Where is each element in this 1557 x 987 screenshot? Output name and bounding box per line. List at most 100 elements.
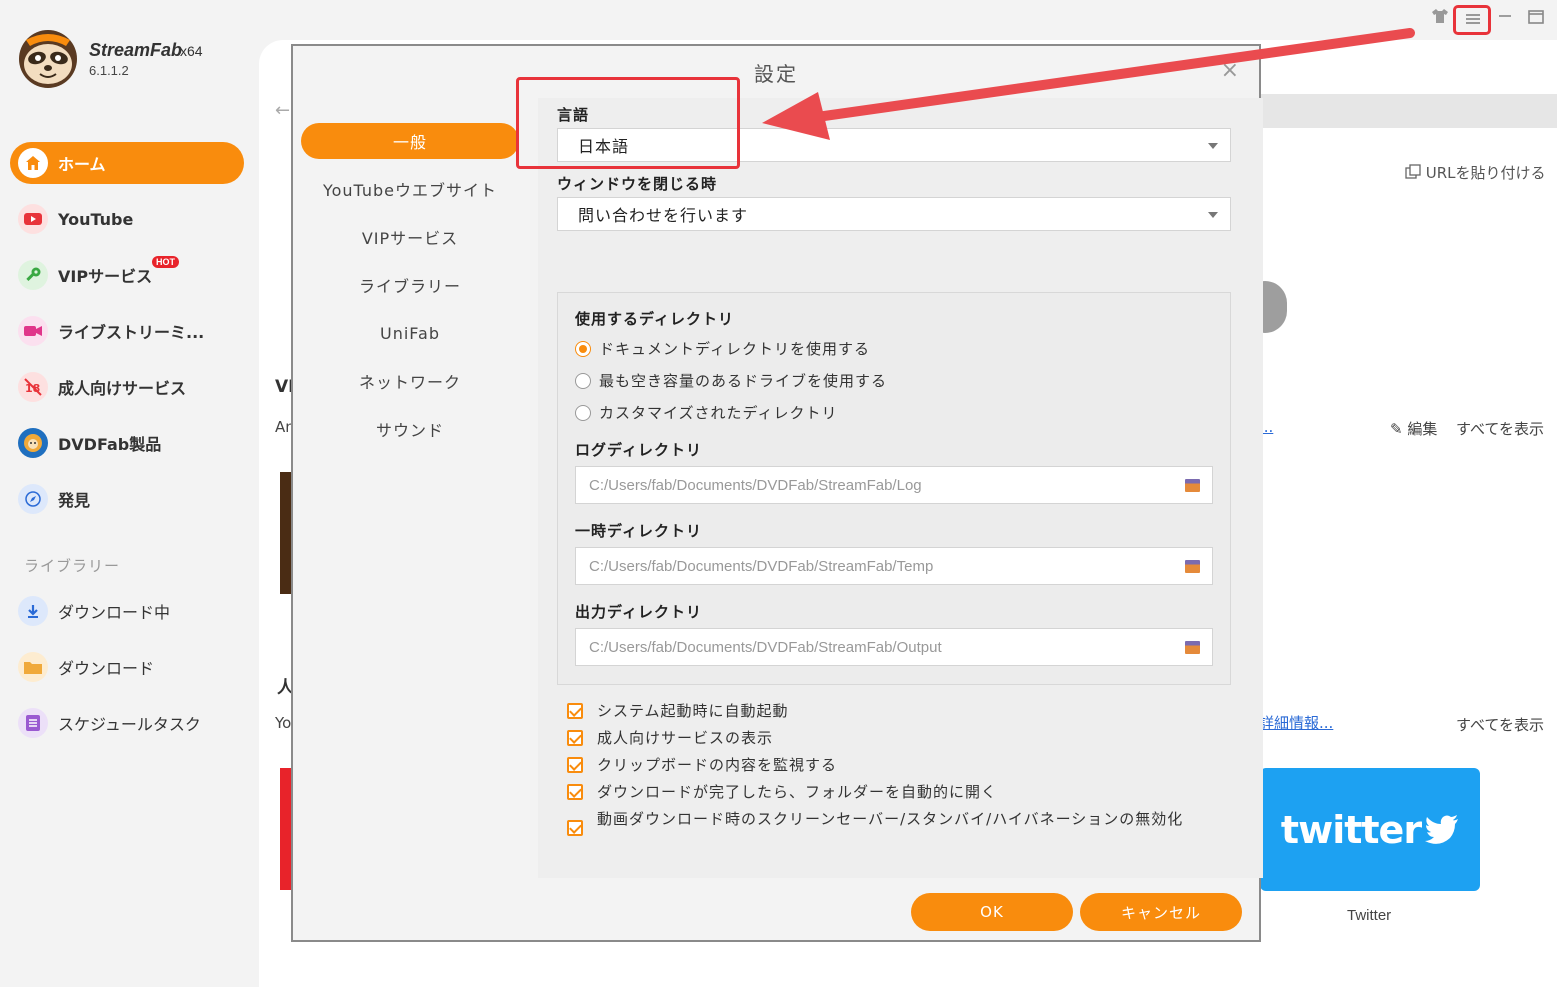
checkbox-label: クリップボードの内容を監視する: [597, 756, 838, 774]
checkbox-label: システム起動時に自動起動: [597, 702, 789, 720]
folder-icon: [18, 652, 48, 682]
cancel-button[interactable]: キャンセル: [1080, 893, 1242, 931]
temp-dir-path: C:/Users/fab/Documents/DVDFab/StreamFab/…: [589, 557, 934, 575]
compass-icon: [18, 484, 48, 514]
ok-button[interactable]: OK: [911, 893, 1073, 931]
sidebar-item-label: ホーム: [58, 155, 106, 174]
checkbox-open-folder[interactable]: ダウンロードが完了したら、フォルダーを自動的に開く: [567, 781, 997, 802]
checkbox-label: ダウンロードが完了したら、フォルダーを自動的に開く: [597, 783, 998, 801]
copy-icon: [1405, 164, 1421, 179]
sidebar-item-live[interactable]: ライブストリーミ...: [10, 310, 244, 352]
sidebar-item-label: ダウンロード: [58, 659, 155, 678]
temp-dir-label: 一時ディレクトリ: [575, 522, 702, 540]
log-dir-path: C:/Users/fab/Documents/DVDFab/StreamFab/…: [589, 476, 922, 494]
back-arrow-icon[interactable]: ←: [275, 100, 291, 121]
youtube-icon: [18, 204, 48, 234]
settings-tab-library[interactable]: ライブラリー: [301, 267, 519, 303]
dialog-title: 設定: [754, 62, 798, 86]
checkbox[interactable]: [567, 784, 583, 800]
twitter-card[interactable]: twitter: [1260, 768, 1480, 891]
section-desc-fragment-2: Yo: [275, 714, 292, 732]
app-version: 6.1.1.2: [89, 63, 129, 78]
checkbox[interactable]: [567, 703, 583, 719]
checkbox-monitor-clipboard[interactable]: クリップボードの内容を監視する: [567, 754, 837, 775]
twitter-caption: Twitter: [1347, 907, 1392, 924]
paste-url-button[interactable]: URLを貼り付ける: [1405, 162, 1546, 183]
sidebar-item-downloaded[interactable]: ダウンロード: [10, 646, 244, 688]
language-highlight-box: [516, 77, 740, 169]
on-close-select[interactable]: 問い合わせを行います: [557, 197, 1231, 231]
radio-most-space-drive[interactable]: 最も空き容量のあるドライブを使用する: [575, 370, 887, 391]
on-close-value: 問い合わせを行います: [578, 206, 749, 225]
chevron-down-icon: [1208, 143, 1218, 149]
live-camera-icon: [18, 316, 48, 346]
sidebar-item-label: スケジュールタスク: [58, 715, 201, 734]
details-link[interactable]: 詳細情報...: [1259, 712, 1333, 733]
radio-documents-dir[interactable]: ドキュメントディレクトリを使用する: [575, 338, 870, 359]
edit-button[interactable]: ✎ 編集: [1390, 418, 1437, 439]
maximize-icon[interactable]: [1528, 9, 1544, 28]
sidebar: StreamFab x64 6.1.1.2 ホーム YouTube VIPサービ…: [0, 0, 258, 987]
settings-tab-network[interactable]: ネットワーク: [301, 363, 519, 399]
log-dir-field[interactable]: C:/Users/fab/Documents/DVDFab/StreamFab/…: [575, 466, 1213, 504]
settings-tab-vip[interactable]: VIPサービス: [301, 219, 519, 255]
close-icon[interactable]: ×: [1221, 58, 1239, 83]
sidebar-item-label: 成人向けサービス: [58, 379, 187, 398]
browse-folder-icon[interactable]: [1185, 479, 1200, 492]
app-name: StreamFab: [89, 40, 183, 60]
schedule-icon: [18, 708, 48, 738]
address-bar[interactable]: [1260, 94, 1557, 128]
settings-tab-general[interactable]: 一般: [301, 123, 519, 159]
temp-dir-field[interactable]: C:/Users/fab/Documents/DVDFab/StreamFab/…: [575, 547, 1213, 585]
checkbox-show-adult[interactable]: 成人向けサービスの表示: [567, 727, 773, 748]
show-all-link[interactable]: すべてを表示: [1456, 418, 1544, 439]
settings-tab-unifab[interactable]: UniFab: [301, 315, 519, 351]
download-icon: [18, 596, 48, 626]
sidebar-item-discover[interactable]: 発見: [10, 478, 244, 520]
settings-panel: 言語 日本語 ウィンドウを閉じる時 問い合わせを行います 使用するディレクトリ …: [538, 98, 1263, 878]
sidebar-item-label: VIPサービス: [58, 267, 153, 286]
checkbox[interactable]: [567, 757, 583, 773]
sidebar-item-youtube[interactable]: YouTube: [10, 198, 244, 240]
show-all-link-2[interactable]: すべてを表示: [1456, 714, 1544, 735]
checkbox-auto-start[interactable]: システム起動時に自動起動: [567, 700, 789, 721]
settings-dialog: 設定 × 一般 YouTubeウエブサイト VIPサービス ライブラリー Uni…: [291, 44, 1263, 942]
radio-custom-dir[interactable]: カスタマイズされたディレクトリ: [575, 402, 838, 423]
hot-badge: HOT: [152, 256, 179, 268]
browse-folder-icon[interactable]: [1185, 560, 1200, 573]
settings-tab-youtube[interactable]: YouTubeウエブサイト: [301, 171, 519, 207]
radio-button[interactable]: [575, 340, 591, 357]
sidebar-item-schedule[interactable]: スケジュールタスク: [10, 702, 244, 744]
checkbox[interactable]: [567, 820, 583, 836]
sidebar-item-vip[interactable]: VIPサービス HOT: [10, 254, 244, 296]
sidebar-item-home[interactable]: ホーム: [10, 142, 244, 184]
settings-tab-sound[interactable]: サウンド: [301, 411, 519, 447]
minimize-icon[interactable]: [1498, 6, 1512, 25]
browse-folder-icon[interactable]: [1185, 641, 1200, 654]
radio-label: 最も空き容量のあるドライブを使用する: [599, 372, 888, 390]
sidebar-item-label: DVDFab製品: [58, 435, 162, 454]
checkbox-disable-screensaver[interactable]: 動画ダウンロード時のスクリーンセーバー/スタンバイ/ハイバネーションの無効化: [567, 810, 1192, 836]
sidebar-item-label: ライブストリーミ...: [58, 323, 205, 342]
sidebar-item-dvdfab[interactable]: DVDFab製品: [10, 422, 244, 464]
radio-button[interactable]: [575, 404, 591, 421]
chevron-down-icon: [1208, 212, 1218, 218]
directory-label: 使用するディレクトリ: [575, 310, 734, 328]
checkbox[interactable]: [567, 730, 583, 746]
log-dir-label: ログディレクトリ: [575, 441, 702, 459]
sidebar-item-label: ダウンロード中: [58, 603, 171, 622]
checkbox-label: 動画ダウンロード時のスクリーンセーバー/スタンバイ/ハイバネーションの無効化: [597, 810, 1184, 828]
streamfab-logo: [16, 28, 80, 90]
sidebar-item-adult[interactable]: 18 成人向けサービス: [10, 366, 244, 408]
menu-highlight-box: [1453, 5, 1491, 35]
checkbox-label: 成人向けサービスの表示: [597, 729, 774, 747]
output-dir-label: 出力ディレクトリ: [575, 603, 702, 621]
output-dir-field[interactable]: C:/Users/fab/Documents/DVDFab/StreamFab/…: [575, 628, 1213, 666]
directory-group: 使用するディレクトリ ドキュメントディレクトリを使用する 最も空き容量のあるドラ…: [557, 292, 1231, 685]
radio-label: ドキュメントディレクトリを使用する: [599, 340, 870, 358]
radio-button[interactable]: [575, 372, 591, 389]
library-heading: ライブラリー: [24, 557, 121, 575]
sidebar-item-downloading[interactable]: ダウンロード中: [10, 590, 244, 632]
skin-icon[interactable]: [1432, 8, 1448, 27]
twitter-bird-icon: [1425, 814, 1459, 844]
